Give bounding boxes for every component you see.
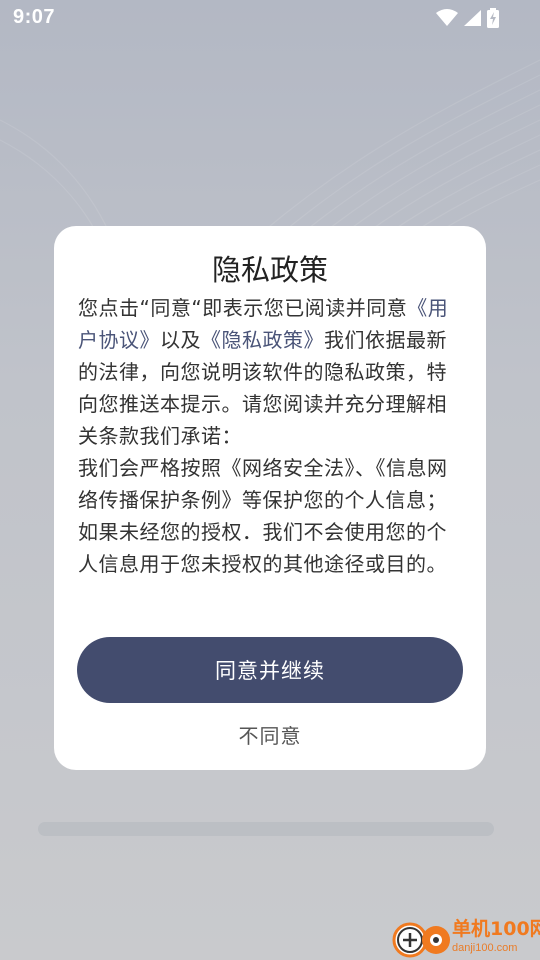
background-placeholder-bar (38, 822, 494, 836)
dialog-title: 隐私政策 (211, 253, 328, 287)
privacy-dialog: 隐私政策 您点击“同意“即表示您已阅读并同意《用户协议》以及《隐私政策》我们依据… (54, 226, 486, 770)
status-bar: 9:07 (0, 0, 540, 36)
wifi-icon (436, 9, 458, 26)
watermark-url: danji100.com (452, 942, 518, 954)
cell-signal-icon (464, 10, 481, 26)
watermark: 单机100网 danji100.com (390, 916, 540, 960)
body-text-intro: 您点击“同意“即表示您已阅读并同意 (78, 296, 408, 320)
dialog-paragraph-2: 我们会严格按照《网络安全法》、《信息网络传播保护条例》等保护您的个人信息；如果未… (78, 456, 448, 576)
agree-continue-button[interactable]: 同意并继续 (77, 637, 463, 703)
battery-charging-icon (487, 8, 499, 28)
disagree-button[interactable]: 不同意 (170, 716, 370, 752)
privacy-policy-link[interactable]: 《隐私政策》 (201, 328, 324, 352)
status-time: 9:07 (13, 6, 56, 28)
watermark-logo-icon (392, 922, 450, 958)
dialog-body: 您点击“同意“即表示您已阅读并同意《用户协议》以及《隐私政策》我们依据最新的法律… (78, 292, 464, 580)
watermark-name: 单机100网 (452, 918, 540, 940)
dialog-paragraph-1: 您点击“同意“即表示您已阅读并同意《用户协议》以及《隐私政策》我们依据最新的法律… (78, 292, 464, 452)
body-text-and: 以及 (160, 328, 201, 352)
status-icons (436, 8, 500, 28)
